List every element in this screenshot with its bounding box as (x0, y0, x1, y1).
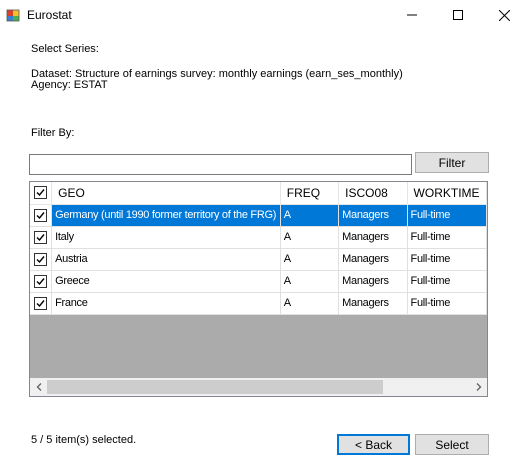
chevron-right-icon (476, 383, 481, 391)
close-button[interactable] (481, 0, 527, 30)
geo-cell[interactable]: Germany (until 1990 former territory of … (51, 204, 281, 227)
check-icon (36, 233, 45, 241)
row-checkbox-cell[interactable] (30, 204, 53, 227)
row-checkbox[interactable] (34, 230, 47, 244)
select-all-header[interactable] (30, 182, 53, 205)
row-checkbox[interactable] (34, 296, 47, 310)
close-icon (498, 9, 510, 21)
worktime-cell[interactable]: Full-time (407, 248, 487, 271)
worktime-cell[interactable]: Full-time (407, 226, 487, 249)
filter-by-label: Filter By: (31, 127, 75, 139)
series-table: GEO FREQ ISCO08 WORKTIME Germany (until … (30, 182, 487, 315)
select-button[interactable]: Select (415, 434, 489, 455)
title-bar: Eurostat (0, 0, 527, 30)
geo-cell[interactable]: Italy (51, 226, 281, 249)
column-header-geo[interactable]: GEO (51, 182, 281, 205)
freq-cell[interactable]: A (280, 270, 340, 293)
freq-cell[interactable]: A (280, 248, 340, 271)
freq-cell[interactable]: A (280, 292, 340, 315)
geo-cell[interactable]: France (51, 292, 281, 315)
scroll-right-button[interactable] (470, 378, 487, 396)
row-checkbox[interactable] (34, 208, 47, 222)
table-row[interactable]: Germany (until 1990 former territory of … (30, 204, 487, 227)
grid-viewport: GEO FREQ ISCO08 WORKTIME Germany (until … (30, 182, 487, 378)
filter-input[interactable] (29, 154, 412, 175)
check-icon (36, 189, 45, 197)
worktime-cell[interactable]: Full-time (407, 204, 487, 227)
check-icon (36, 299, 45, 307)
column-header-freq[interactable]: FREQ (280, 182, 340, 205)
column-header-isco08[interactable]: ISCO08 (338, 182, 408, 205)
row-checkbox-cell[interactable] (30, 292, 53, 315)
grid-header-row: GEO FREQ ISCO08 WORKTIME (30, 182, 487, 205)
window-title: Eurostat (27, 8, 72, 22)
minimize-icon (407, 14, 417, 16)
scroll-left-button[interactable] (30, 378, 47, 396)
freq-cell[interactable]: A (280, 226, 340, 249)
row-checkbox[interactable] (34, 252, 47, 266)
minimize-button[interactable] (389, 0, 435, 30)
check-icon (36, 277, 45, 285)
scroll-thumb[interactable] (47, 380, 383, 394)
maximize-icon (453, 10, 463, 20)
table-row[interactable]: Italy A Managers Full-time (30, 226, 487, 249)
table-row[interactable]: Greece A Managers Full-time (30, 270, 487, 293)
series-grid[interactable]: GEO FREQ ISCO08 WORKTIME Germany (until … (29, 181, 488, 397)
geo-cell[interactable]: Austria (51, 248, 281, 271)
back-button[interactable]: < Back (337, 434, 410, 455)
row-checkbox-cell[interactable] (30, 248, 53, 271)
worktime-cell[interactable]: Full-time (407, 292, 487, 315)
maximize-button[interactable] (435, 0, 481, 30)
isco08-cell[interactable]: Managers (338, 226, 408, 249)
check-icon (36, 211, 45, 219)
geo-cell[interactable]: Greece (51, 270, 281, 293)
isco08-cell[interactable]: Managers (338, 292, 408, 315)
isco08-cell[interactable]: Managers (338, 248, 408, 271)
select-series-label: Select Series: (31, 43, 99, 55)
horizontal-scrollbar[interactable] (30, 378, 487, 396)
check-icon (36, 255, 45, 263)
column-header-worktime[interactable]: WORKTIME (407, 182, 487, 205)
table-row[interactable]: France A Managers Full-time (30, 292, 487, 315)
isco08-cell[interactable]: Managers (338, 270, 408, 293)
chevron-left-icon (36, 383, 41, 391)
worktime-cell[interactable]: Full-time (407, 270, 487, 293)
agency-description: Agency: ESTAT (31, 79, 108, 91)
isco08-cell[interactable]: Managers (338, 204, 408, 227)
table-row[interactable]: Austria A Managers Full-time (30, 248, 487, 271)
select-all-checkbox[interactable] (34, 186, 47, 200)
row-checkbox[interactable] (34, 274, 47, 288)
row-checkbox-cell[interactable] (30, 270, 53, 293)
selection-status: 5 / 5 item(s) selected. (31, 434, 137, 446)
freq-cell[interactable]: A (280, 204, 340, 227)
row-checkbox-cell[interactable] (30, 226, 53, 249)
eurostat-app-icon (6, 9, 20, 22)
filter-button[interactable]: Filter (415, 152, 489, 173)
